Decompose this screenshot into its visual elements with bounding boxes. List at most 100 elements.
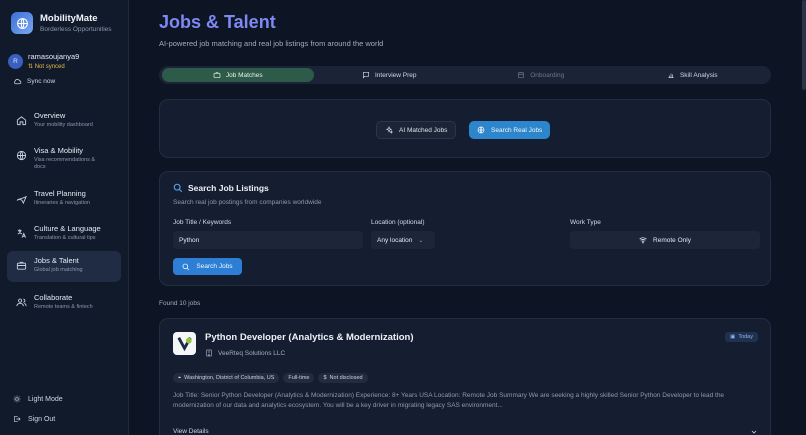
nav-label: Culture & Language [34, 224, 101, 233]
tab-job-matches[interactable]: Job Matches [162, 68, 314, 82]
company-name: VeeRteq Solutions LLC [218, 349, 286, 357]
dollar-icon: $ [323, 375, 327, 381]
brand-tagline: Borderless Opportunities [40, 26, 112, 33]
tab-label: Onboarding [530, 71, 565, 79]
search-jobs-label: Search Jobs [196, 263, 233, 270]
salary-tag: $ Not disclosed [318, 373, 368, 383]
search-panel: Search Job Listings Search real job post… [159, 171, 771, 286]
cloud-icon [14, 79, 22, 85]
sun-icon [13, 395, 21, 403]
mode-selector-panel: AI Matched Jobs Search Real Jobs [159, 99, 771, 158]
calendar-icon: ▣ [730, 334, 736, 340]
nav-sub: Visa recommendations & docs [34, 157, 96, 171]
sidebar-item-visa[interactable]: Visa & Mobility Visa recommendations & do… [7, 141, 121, 172]
search-jobs-button[interactable]: Search Jobs [173, 258, 242, 275]
sign-out-button[interactable]: Sign Out [13, 415, 55, 423]
job-description: Job Title: Senior Python Developer (Anal… [173, 392, 725, 410]
username: ramasoujanya9 [28, 52, 80, 61]
view-details-link[interactable]: View Details [173, 428, 209, 435]
search-icon [183, 263, 190, 270]
tab-label: Job Matches [225, 71, 263, 79]
light-mode-label: Light Mode [28, 395, 63, 403]
nav-label: Visa & Mobility [34, 146, 84, 155]
brand-name: MobilityMate [40, 13, 98, 24]
scrollbar[interactable] [802, 0, 806, 435]
nav-label: Travel Planning [34, 189, 86, 198]
posted-text: Today [738, 334, 753, 340]
nav-sub: Itineraries & navigation [34, 200, 90, 206]
search-title: Search Job Listings [173, 183, 269, 193]
tag-text: Washington, District of Columbia, US [184, 375, 275, 381]
calendar-icon [518, 72, 525, 78]
keywords-input[interactable]: Python [173, 231, 363, 249]
sidebar-item-overview[interactable]: Overview Your mobility dashboard [7, 106, 121, 137]
sync-status-text: Not synced [34, 64, 65, 70]
sidebar-item-culture[interactable]: Culture & Language Translation & cultural… [7, 219, 121, 250]
job-title[interactable]: Python Developer (Analytics & Modernizat… [205, 332, 414, 343]
chart-icon [668, 73, 674, 78]
search-title-text: Search Job Listings [188, 183, 269, 193]
job-tags: ⌖ Washington, District of Columbia, US Fu… [173, 373, 368, 383]
sidebar-item-jobs[interactable]: Jobs & Talent Global job matching [7, 251, 121, 282]
sync-now-label: Sync now [27, 78, 56, 85]
tab-label: Interview Prep [374, 71, 417, 79]
employment-type-tag: Full-time [283, 373, 315, 383]
ai-matched-jobs-button[interactable]: AI Matched Jobs [376, 121, 457, 139]
map-pin-icon: ⌖ [178, 374, 182, 381]
globe-icon [16, 150, 27, 161]
nav-sub: Remote teams & fintech [34, 304, 93, 310]
sidebar: MobilityMate Borderless Opportunities R … [0, 0, 129, 435]
tab-label: Skill Analysis [679, 71, 718, 79]
job-card[interactable]: Python Developer (Analytics & Modernizat… [159, 318, 771, 435]
brand[interactable]: MobilityMate Borderless Opportunities [11, 12, 112, 34]
users-icon [16, 298, 27, 307]
sync-status: ⇅ Not synced [28, 63, 79, 70]
wifi-icon [639, 237, 647, 244]
building-icon [206, 349, 212, 357]
job-company: VeeRteq Solutions LLC [205, 349, 285, 357]
briefcase-icon [16, 261, 27, 270]
tag-text: Not disclosed [329, 375, 363, 381]
globe-logo-icon [11, 12, 33, 34]
chat-icon [362, 72, 369, 79]
location-select[interactable]: Any location ⌄ [371, 231, 435, 249]
home-icon [16, 116, 27, 126]
nav-label: Collaborate [34, 293, 73, 302]
nav-label: Jobs & Talent [34, 256, 79, 265]
tab-onboarding[interactable]: Onboarding [465, 68, 617, 82]
avatar: R [8, 53, 23, 69]
search-real-jobs-button[interactable]: Search Real Jobs [469, 121, 551, 139]
globe-icon [477, 126, 485, 134]
sparkles-icon [385, 126, 393, 134]
keywords-label: Job Title / Keywords [173, 219, 232, 226]
chevron-down-icon[interactable] [750, 428, 758, 435]
sync-off-icon: ⇅ [28, 64, 35, 70]
sidebar-item-collaborate[interactable]: Collaborate Remote teams & fintech [7, 288, 121, 319]
sidebar-item-travel[interactable]: Travel Planning Itineraries & navigation [7, 184, 121, 215]
location-value: Any location [377, 236, 413, 244]
worktype-label: Work Type [570, 219, 601, 226]
results-count: Found 10 jobs [159, 300, 201, 307]
location-label: Location (optional) [371, 219, 425, 226]
user-profile[interactable]: R ramasoujanya9 ⇅ Not synced [8, 52, 79, 70]
plane-icon [16, 195, 27, 204]
search-subtitle: Search real job postings from companies … [173, 199, 322, 206]
nav-sub: Translation & cultural tips [34, 235, 96, 241]
search-real-label: Search Real Jobs [491, 126, 543, 134]
light-mode-toggle[interactable]: Light Mode [13, 395, 63, 403]
tab-interview-prep[interactable]: Interview Prep [314, 68, 466, 82]
sync-now-button[interactable]: Sync now [13, 77, 55, 86]
page-subtitle: AI-powered job matching and real job lis… [159, 39, 384, 48]
tab-skill-analysis[interactable]: Skill Analysis [617, 68, 769, 82]
worktype-value: Remote Only [653, 236, 691, 244]
remote-only-toggle[interactable]: Remote Only [570, 231, 760, 249]
sign-out-icon [14, 416, 21, 422]
location-tag: ⌖ Washington, District of Columbia, US [173, 373, 280, 383]
tab-bar: Job Matches Interview Prep Onboarding Sk… [159, 66, 771, 84]
nav-sub: Your mobility dashboard [34, 122, 93, 128]
scrollbar-thumb[interactable] [802, 0, 806, 90]
sign-out-label: Sign Out [28, 415, 56, 423]
search-icon [173, 183, 183, 193]
nav-label: Overview [34, 111, 66, 120]
main-content: Jobs & Talent AI-powered job matching an… [129, 0, 806, 435]
